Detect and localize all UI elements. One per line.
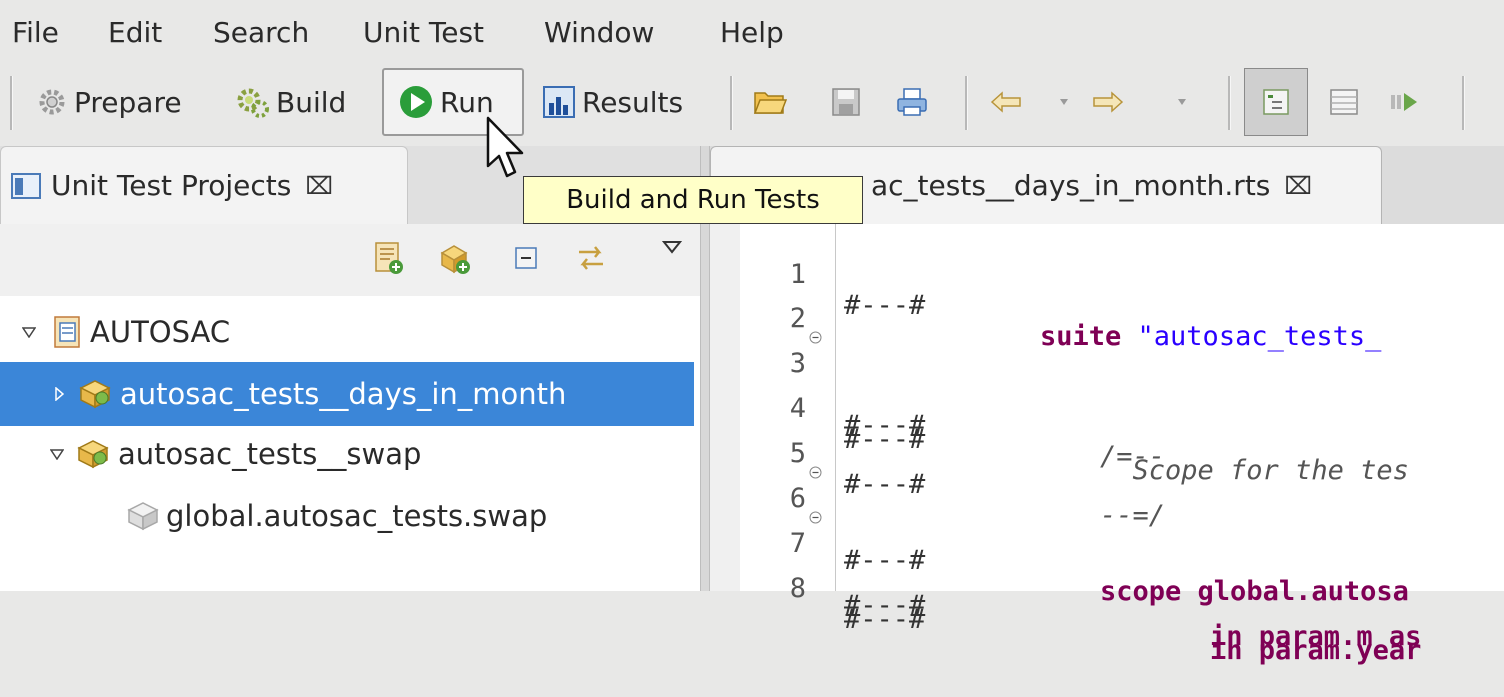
build-button[interactable]: Build: [236, 68, 346, 136]
menu-unit-test[interactable]: Unit Test: [363, 16, 484, 49]
tree-item-autosac-tests-days-in-month[interactable]: autosac_tests__days_in_month: [0, 362, 694, 426]
expand-arrow-icon[interactable]: [50, 448, 64, 460]
results-chart-icon: [543, 86, 575, 118]
toolbar-separator: [965, 76, 968, 130]
results-label: Results: [582, 85, 684, 119]
run-tooltip: Build and Run Tests: [523, 176, 863, 224]
toolbar-separator: [10, 76, 13, 130]
editor-tab-label: ac_tests__days_in_month.rts: [871, 169, 1271, 202]
menu-window[interactable]: Window: [544, 16, 654, 49]
play-icon: [400, 86, 432, 118]
new-suite-icon[interactable]: [438, 241, 472, 275]
expand-arrow-icon[interactable]: [22, 326, 36, 338]
project-icon: [54, 316, 80, 348]
collapse-all-icon[interactable]: [514, 246, 538, 270]
tab-label: Unit Test Projects: [51, 169, 292, 202]
tree-item-label: autosac_tests__days_in_month: [120, 377, 567, 411]
fold-collapse-icon[interactable]: [809, 331, 822, 344]
link-with-editor-icon[interactable]: [575, 242, 607, 274]
line-number: 8: [789, 573, 806, 604]
toolbar-separator: [730, 76, 733, 130]
code-line: 8 #---# in param.year: [710, 542, 1504, 666]
code-line: 2: [710, 272, 1504, 334]
tree-item-autosac-tests-swap[interactable]: autosac_tests__swap: [0, 422, 694, 486]
keyword: in: [1210, 635, 1243, 666]
close-tab-icon[interactable]: ⌧: [305, 172, 333, 200]
scope-icon: [127, 502, 159, 531]
code-line: 6 #---# scope global.autosa: [710, 452, 1504, 607]
step-run-icon[interactable]: [1386, 84, 1422, 120]
view-menu-chevron-icon[interactable]: [662, 240, 682, 254]
fold-collapse-icon[interactable]: [809, 466, 822, 479]
build-gear-icon: [237, 88, 269, 118]
save-icon[interactable]: [828, 84, 864, 120]
toolbar: Prepare Build Run Results: [0, 68, 1504, 144]
prepare-button[interactable]: Prepare: [36, 68, 182, 136]
toolbar-separator: [1462, 76, 1465, 130]
code-editor[interactable]: 1 #---# suite "autosac_tests_ 2 3 #---# …: [710, 224, 1504, 666]
view-icon: [11, 172, 41, 199]
code-line: 4 #---# Scope for the tes: [710, 362, 1504, 486]
suite-icon: [77, 440, 109, 469]
print-icon[interactable]: [894, 84, 930, 120]
tree-item-label: autosac_tests__swap: [118, 437, 422, 471]
prepare-label: Prepare: [74, 85, 182, 119]
menu-bar: File Edit Search Unit Test Window Help: [0, 0, 1504, 68]
identifier: param.year: [1258, 635, 1422, 666]
tree-item-label: global.autosac_tests.swap: [166, 499, 548, 533]
toolbar-separator: [1228, 76, 1231, 130]
tree-item-autosac[interactable]: AUTOSAC: [0, 300, 694, 364]
line-marker: #---#: [844, 604, 926, 635]
menu-search[interactable]: Search: [213, 16, 309, 49]
open-folder-icon[interactable]: [752, 84, 788, 120]
code-line: 3 #---# /=--: [710, 317, 1504, 472]
run-label: Run: [440, 85, 494, 119]
menu-help[interactable]: Help: [720, 16, 784, 49]
tree-item-global-autosac-tests-swap[interactable]: global.autosac_tests.swap: [0, 484, 694, 548]
tab-unit-test-projects[interactable]: Unit Test Projects ⌧: [0, 146, 408, 224]
collapsed-arrow-icon[interactable]: [54, 387, 64, 401]
results-button[interactable]: Results: [542, 68, 683, 136]
gear-icon: [39, 89, 65, 115]
fold-collapse-icon[interactable]: [809, 511, 822, 524]
code-line: 5 #---# --=/: [710, 407, 1504, 531]
mouse-cursor-icon: [486, 116, 524, 178]
new-project-icon[interactable]: [374, 241, 404, 275]
tree-layout-toggle-icon[interactable]: [1244, 68, 1308, 136]
build-label: Build: [276, 85, 347, 119]
close-tab-icon[interactable]: ⌧: [1284, 172, 1312, 200]
forward-dropdown-icon[interactable]: [1172, 84, 1192, 120]
table-layout-icon[interactable]: [1326, 84, 1362, 120]
menu-file[interactable]: File: [12, 16, 59, 49]
view-toolbar: [0, 224, 700, 296]
code-line: 1 #---# suite "autosac_tests_: [710, 228, 1504, 352]
project-tree: AUTOSAC autosac_tests__days_in_month aut…: [0, 296, 700, 591]
back-dropdown-icon[interactable]: [1054, 84, 1074, 120]
tree-item-label: AUTOSAC: [90, 315, 231, 349]
back-arrow-icon[interactable]: [988, 84, 1024, 120]
code-line: 7 #---# in param.m as: [710, 497, 1504, 652]
suite-icon: [79, 380, 111, 409]
forward-arrow-icon[interactable]: [1090, 84, 1126, 120]
menu-edit[interactable]: Edit: [108, 16, 162, 49]
